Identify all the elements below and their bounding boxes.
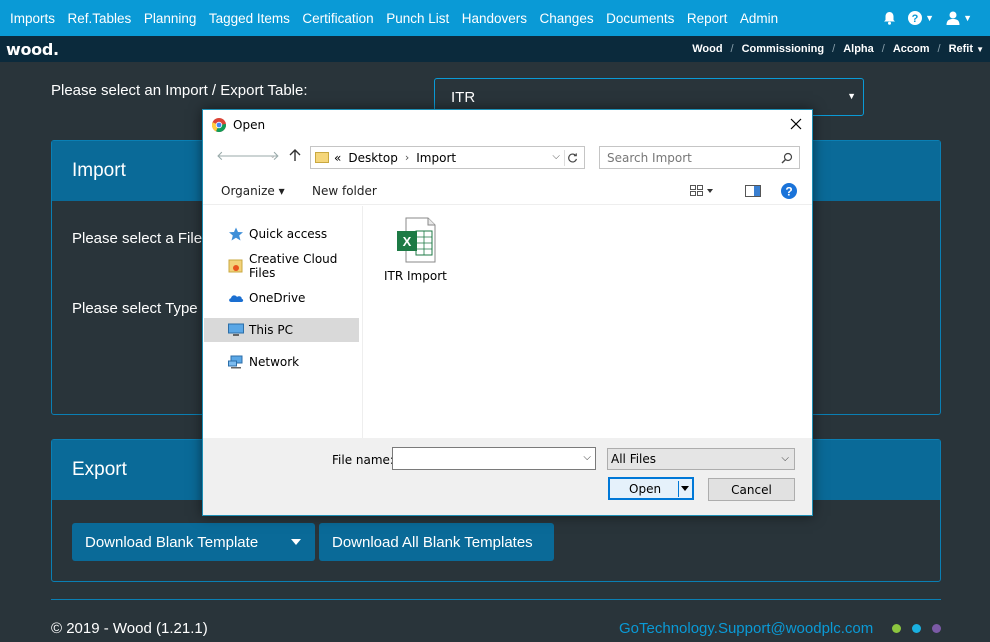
dialog-footer: File name: ⌵ All Files ⌵ Open Cancel [203,438,812,515]
breadcrumb-commissioning[interactable]: Commissioning [742,43,825,55]
copyright-text: © 2019 - Wood (1.21.1) [51,620,208,637]
excel-file-icon: X [397,217,436,263]
network-icon [228,355,243,369]
menu-admin[interactable]: Admin [740,11,778,26]
notifications-bell-icon[interactable] [883,11,896,25]
menu-ref-tables[interactable]: Ref.Tables [68,11,132,26]
support-email-link[interactable]: GoTechnology.Support@woodplc.com [619,620,873,637]
file-name-input[interactable]: ⌵ [392,447,596,470]
svg-text:?: ? [912,13,919,25]
menu-punch-list[interactable]: Punch List [386,11,449,26]
dialog-title-bar: Open [203,110,812,140]
open-file-dialog: Open 🡐 🡒 ⌄ « Desktop › Import ⌵ Search I… [202,109,813,516]
breadcrumb-alpha[interactable]: Alpha [843,43,874,55]
chevron-down-icon: ▼ [963,13,972,23]
menu-imports[interactable]: Imports [10,11,55,26]
menu-tagged-items[interactable]: Tagged Items [209,11,290,26]
cancel-button[interactable]: Cancel [708,478,795,501]
file-list: X ITR Import [364,206,811,438]
purple-dot [932,624,941,633]
chevron-down-icon[interactable]: ⌵ [552,151,560,162]
cloud-icon [229,295,244,302]
chevron-right-icon: › [404,151,410,164]
creative-cloud-folder-icon [228,259,243,273]
sub-nav-bar: wood. Wood / Commissioning / Alpha / Acc… [0,36,990,62]
svg-text:X: X [403,234,412,249]
close-icon[interactable] [786,114,806,134]
user-menu-icon[interactable]: ▼ [946,11,972,25]
menu-documents[interactable]: Documents [606,11,674,26]
download-all-templates-button[interactable]: Download All Blank Templates [319,523,554,561]
search-input[interactable]: Search Import [599,146,800,169]
main-menu: Imports Ref.Tables Planning Tagged Items… [0,11,791,26]
status-dots [892,624,941,633]
open-options-dropdown[interactable] [678,481,691,497]
breadcrumb-wood[interactable]: Wood [692,43,722,55]
chrome-icon [212,118,226,132]
help-icon[interactable]: ? [781,183,797,199]
select-type-label: Please select Type o [72,300,211,317]
dialog-title: Open [233,118,266,132]
chevron-down-icon: ▼ [925,13,935,23]
caret-down-icon[interactable] [291,539,301,545]
download-blank-template-button[interactable]: Download Blank Template [72,523,315,561]
new-folder-button[interactable]: New folder [312,184,377,198]
address-bar[interactable]: « Desktop › Import ⌵ [310,146,585,169]
folder-icon [315,152,329,163]
help-menu-icon[interactable]: ? ▼ [908,11,934,25]
computer-icon [228,323,244,336]
address-prefix: « [334,150,342,165]
select-file-label: Please select a File [72,230,203,247]
nav-this-pc[interactable]: This PC [204,318,359,342]
blue-dot [912,624,921,633]
nav-network[interactable]: Network [204,350,359,374]
recent-locations-chevron-icon[interactable]: ⌄ [269,151,277,161]
green-dot [892,624,901,633]
refresh-icon[interactable] [564,150,580,166]
menu-handovers[interactable]: Handovers [462,11,527,26]
address-row: 🡐 🡒 ⌄ « Desktop › Import ⌵ Search Import [203,143,812,171]
star-icon [229,227,243,241]
file-name: ITR Import [384,269,447,283]
file-name-label: File name: [332,453,394,467]
search-icon [781,152,793,164]
breadcrumb-accom[interactable]: Accom [893,43,930,55]
up-arrow-icon[interactable] [288,148,302,162]
breadcrumb-refit[interactable]: Refit ▼ [949,43,984,55]
top-nav-bar: Imports Ref.Tables Planning Tagged Items… [0,0,990,36]
dialog-toolbar: Organize ▾ New folder ? [203,176,812,205]
chevron-down-icon: ⌵ [781,453,789,464]
nav-creative-cloud-files[interactable]: Creative Cloud Files [204,252,359,280]
preview-pane-icon[interactable] [745,185,761,197]
menu-planning[interactable]: Planning [144,11,197,26]
address-segment-import[interactable]: Import [416,151,456,165]
nav-quick-access[interactable]: Quick access [204,222,359,246]
breadcrumb: Wood / Commissioning / Alpha / Accom / R… [692,43,984,55]
menu-changes[interactable]: Changes [540,11,594,26]
chevron-down-icon: ▼ [847,91,856,101]
file-item-itr-import[interactable]: X ITR Import [384,217,447,283]
address-segment-desktop[interactable]: Desktop [348,151,398,165]
footer-divider [51,599,941,600]
caret-down-icon [681,486,689,491]
menu-report[interactable]: Report [687,11,728,26]
select-table-label: Please select an Import / Export Table: [51,82,308,99]
navigation-pane: Quick access Creative Cloud Files OneDri… [203,206,363,438]
wood-logo[interactable]: wood. [0,40,59,59]
open-button[interactable]: Open [608,477,694,500]
nav-onedrive[interactable]: OneDrive [204,286,359,310]
menu-certification[interactable]: Certification [302,11,373,26]
organize-button[interactable]: Organize ▾ [221,184,285,198]
chevron-down-icon[interactable]: ⌵ [583,452,591,463]
table-select-value: ITR [451,88,476,106]
svg-text:?: ? [785,185,792,199]
file-type-select[interactable]: All Files ⌵ [607,448,795,470]
view-options-icon[interactable] [690,185,714,197]
